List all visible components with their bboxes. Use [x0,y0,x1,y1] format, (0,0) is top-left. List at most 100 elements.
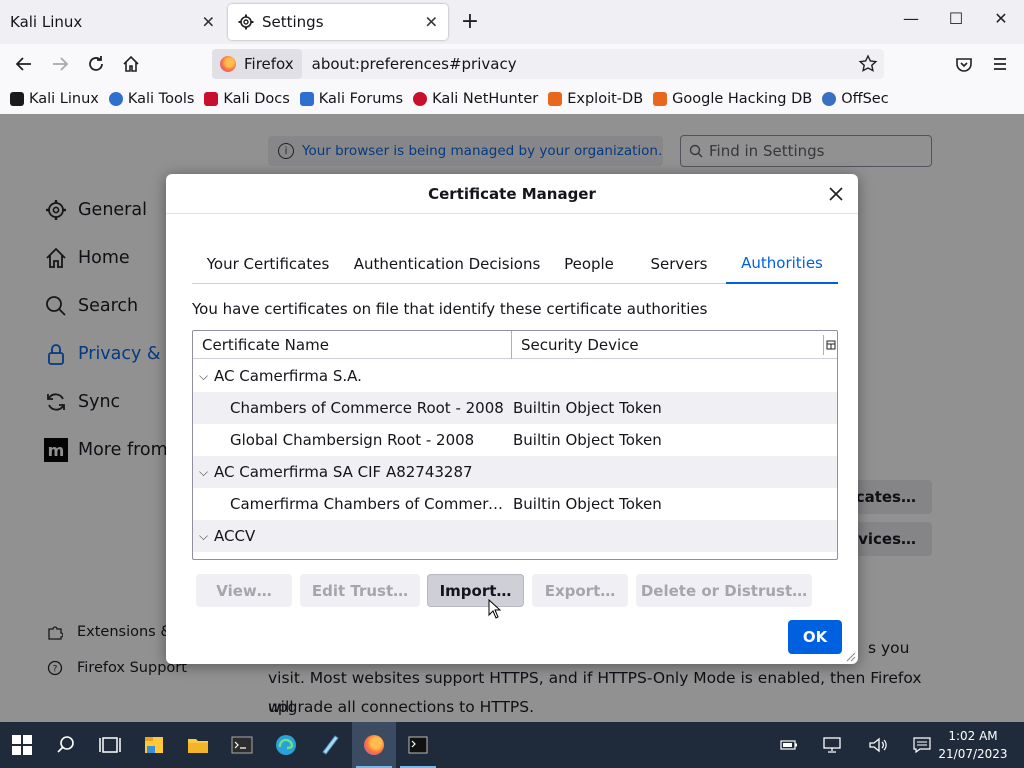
tree-row[interactable]: Chambers of Commerce Root - 2008 Builtin… [193,392,837,424]
close-tab-icon[interactable]: ✕ [425,13,438,32]
pocket-icon [956,58,972,72]
resize-grip-icon[interactable] [846,652,856,662]
identity-box[interactable]: Firefox [212,49,302,79]
taskbar-app-console[interactable] [396,722,440,768]
windows-logo-icon [12,735,32,755]
maximize-button[interactable]: ☐ [933,0,979,36]
bookmark-label: Exploit-DB [567,91,644,107]
start-button[interactable] [0,722,44,768]
bookmark-kali-forums[interactable]: Kali Forums [299,91,404,107]
identity-label: Firefox [244,55,294,73]
taskbar-app-explorer[interactable] [132,722,176,768]
home-button[interactable] [118,51,144,77]
certificate-name: Chambers of Commerce Root - 2008 [230,399,504,417]
certificate-name: ACCV [214,527,256,545]
bookmark-google-hacking-db[interactable]: Google Hacking DB [653,91,812,107]
task-view-button[interactable] [88,722,132,768]
certificate-manager-dialog: Certificate Manager Your Certificates Au… [166,174,858,664]
ok-button[interactable]: OK [788,620,842,654]
firefox-logo-icon [220,56,236,72]
taskbar-app-notepad[interactable] [308,722,352,768]
certificate-name: AC Camerfirma S.A. [214,367,362,385]
view-button[interactable]: View… [196,574,292,607]
windows-taskbar: 1:02 AM 21/07/2023 [0,722,1024,768]
notepad-icon [322,735,339,755]
tab-kali-linux[interactable]: Kali Linux ✕ [0,0,225,44]
bookmark-exploit-db[interactable]: Exploit-DB [548,91,643,107]
notification-center-icon[interactable] [910,722,934,768]
exploit-db-icon [548,92,563,106]
hamburger-menu-icon [994,58,1006,70]
reload-button[interactable] [83,51,109,77]
system-clock[interactable]: 1:02 AM 21/07/2023 [938,727,1008,763]
certificate-name: Global Chambersign Root - 2008 [230,431,475,449]
tree-group-row[interactable]: ⌵ AC Camerfirma SA CIF A82743287 [193,456,837,488]
tab-authentication-decisions[interactable]: Authentication Decisions [352,244,542,284]
taskbar-app-firefox[interactable] [352,722,396,768]
tree-group-row[interactable]: ⌵ AC Camerfirma S.A. [193,360,837,392]
column-picker-icon[interactable] [823,335,837,355]
column-header-certificate-name[interactable]: Certificate Name [193,331,511,359]
taskbar-search-button[interactable] [44,722,88,768]
taskbar-app-terminal[interactable] [220,722,264,768]
menu-button[interactable] [987,51,1013,77]
column-header-security-device[interactable]: Security Device [511,331,821,359]
security-device: Builtin Object Token [513,431,662,449]
new-tab-button[interactable]: + [458,8,482,36]
bookmark-label: Google Hacking DB [672,91,813,107]
tab-servers[interactable]: Servers [638,244,720,284]
battery-icon[interactable] [778,722,800,768]
close-tab-icon[interactable]: ✕ [202,13,215,32]
terminal-icon [231,736,253,754]
taskbar-app-folder[interactable] [176,722,220,768]
certificate-tabs: Your Certificates Authentication Decisio… [192,244,838,284]
kali-forums-icon [299,92,314,106]
certificate-tree[interactable]: Certificate Name Security Device ⌵ AC Ca… [192,330,838,560]
network-icon[interactable] [820,722,844,768]
delete-or-distrust-button[interactable]: Delete or Distrust… [636,574,812,607]
close-dialog-button[interactable] [824,182,848,206]
bookmark-star-icon[interactable] [858,54,878,78]
tab-strip: Kali Linux ✕ Settings ✕ + — ☐ ✕ [0,0,1024,44]
bookmark-label: Kali NetHunter [432,91,539,107]
bookmark-kali-tools[interactable]: Kali Tools [108,91,195,107]
edit-trust-button[interactable]: Edit Trust… [300,574,420,607]
url-bar[interactable]: Firefox about:preferences#privacy [212,49,884,79]
tab-settings[interactable]: Settings ✕ [228,4,448,40]
chevron-down-icon[interactable]: ⌵ [199,465,208,480]
bookmark-offsec[interactable]: OffSec [822,91,889,107]
bookmark-kali-docs[interactable]: Kali Docs [204,91,290,107]
offsec-icon [822,92,837,106]
tab-people[interactable]: People [554,244,624,284]
tab-authorities[interactable]: Authorities [726,244,838,284]
forward-button[interactable] [47,51,73,77]
import-button[interactable]: Import… [427,574,524,607]
bookmark-label: Kali Forums [318,91,404,107]
nethunter-icon [413,92,428,106]
bookmark-kali-linux[interactable]: Kali Linux [10,91,99,107]
bookmark-label: Kali Tools [127,91,195,107]
bookmark-kali-nethunter[interactable]: Kali NetHunter [413,91,538,107]
bookmark-label: Kali Docs [223,91,290,107]
taskbar-app-edge[interactable] [264,722,308,768]
close-icon [829,187,843,201]
chevron-down-icon[interactable]: ⌵ [199,529,208,544]
volume-icon[interactable] [866,722,890,768]
bookmark-label: OffSec [841,91,889,107]
firefox-logo-icon [364,735,384,755]
file-manager-icon [145,737,163,753]
home-icon [123,55,139,72]
tree-group-row[interactable]: ⌵ ACCV [193,520,837,552]
tree-row[interactable]: Camerfirma Chambers of Commerce … Builti… [193,488,837,520]
chevron-down-icon[interactable]: ⌵ [199,369,208,384]
close-window-button[interactable]: ✕ [978,0,1024,36]
tree-row[interactable]: Global Chambersign Root - 2008 Builtin O… [193,424,837,456]
search-icon [57,736,74,753]
minimize-button[interactable]: — [888,0,934,36]
pocket-button[interactable] [951,51,977,77]
url-text[interactable]: about:preferences#privacy [312,55,517,73]
navigation-toolbar: Firefox about:preferences#privacy [0,44,1024,84]
export-button[interactable]: Export… [532,574,628,607]
tab-your-certificates[interactable]: Your Certificates [192,244,344,284]
back-button[interactable] [11,51,37,77]
